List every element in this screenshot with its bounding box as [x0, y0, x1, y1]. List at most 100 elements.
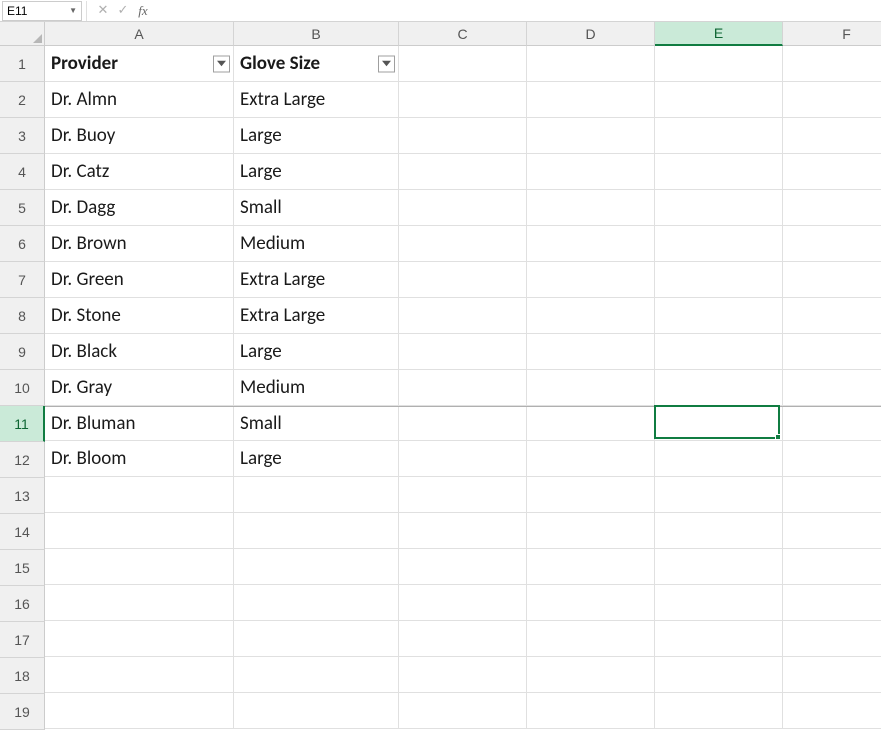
row-header-16[interactable]: 16	[0, 586, 45, 622]
row-header-5[interactable]: 5	[0, 190, 45, 226]
cell-C18[interactable]	[399, 657, 527, 693]
cell-C2[interactable]	[399, 82, 527, 118]
cell-A13[interactable]	[45, 477, 234, 513]
row-header-18[interactable]: 18	[0, 658, 45, 694]
row-header-6[interactable]: 6	[0, 226, 45, 262]
cell-B16[interactable]	[234, 585, 399, 621]
cell-B10[interactable]: Medium	[234, 370, 399, 406]
cell-D3[interactable]	[527, 118, 655, 154]
cell-A8[interactable]: Dr. Stone	[45, 298, 234, 334]
cell-F17[interactable]	[783, 621, 881, 657]
cell-C1[interactable]	[399, 46, 527, 82]
cell-F14[interactable]	[783, 513, 881, 549]
cell-E11[interactable]	[655, 407, 783, 441]
cell-D15[interactable]	[527, 549, 655, 585]
cell-F2[interactable]	[783, 82, 881, 118]
filter-dropdown-icon[interactable]	[378, 55, 395, 72]
cell-D17[interactable]	[527, 621, 655, 657]
cell-C13[interactable]	[399, 477, 527, 513]
cell-B17[interactable]	[234, 621, 399, 657]
cell-B3[interactable]: Large	[234, 118, 399, 154]
cell-E3[interactable]	[655, 118, 783, 154]
cell-A5[interactable]: Dr. Dagg	[45, 190, 234, 226]
cell-B15[interactable]	[234, 549, 399, 585]
cell-A7[interactable]: Dr. Green	[45, 262, 234, 298]
cell-A11[interactable]: Dr. Bluman	[45, 407, 234, 441]
cell-E10[interactable]	[655, 370, 783, 406]
cell-F5[interactable]	[783, 190, 881, 226]
cell-A16[interactable]	[45, 585, 234, 621]
cell-A12[interactable]: Dr. Bloom	[45, 441, 234, 477]
cell-B11[interactable]: Small	[234, 407, 399, 441]
cell-A9[interactable]: Dr. Black	[45, 334, 234, 370]
cell-B2[interactable]: Extra Large	[234, 82, 399, 118]
cell-E7[interactable]	[655, 262, 783, 298]
cell-F3[interactable]	[783, 118, 881, 154]
cell-E1[interactable]	[655, 46, 783, 82]
cell-E12[interactable]	[655, 441, 783, 477]
cancel-icon[interactable]: ✕	[95, 3, 111, 18]
cell-F8[interactable]	[783, 298, 881, 334]
cell-E19[interactable]	[655, 693, 783, 729]
row-header-14[interactable]: 14	[0, 514, 45, 550]
cell-E16[interactable]	[655, 585, 783, 621]
cell-B19[interactable]	[234, 693, 399, 729]
cell-A3[interactable]: Dr. Buoy	[45, 118, 234, 154]
name-box[interactable]: E11 ▼	[2, 1, 82, 21]
cell-C5[interactable]	[399, 190, 527, 226]
cell-C12[interactable]	[399, 441, 527, 477]
row-header-13[interactable]: 13	[0, 478, 45, 514]
cell-F15[interactable]	[783, 549, 881, 585]
cell-A6[interactable]: Dr. Brown	[45, 226, 234, 262]
column-header-B[interactable]: B	[234, 22, 399, 46]
row-header-9[interactable]: 9	[0, 334, 45, 370]
cell-B7[interactable]: Extra Large	[234, 262, 399, 298]
row-header-10[interactable]: 10	[0, 370, 45, 406]
row-header-12[interactable]: 12	[0, 442, 45, 478]
cell-C10[interactable]	[399, 370, 527, 406]
column-header-C[interactable]: C	[399, 22, 527, 46]
cell-E9[interactable]	[655, 334, 783, 370]
cell-F16[interactable]	[783, 585, 881, 621]
cell-A4[interactable]: Dr. Catz	[45, 154, 234, 190]
cell-C15[interactable]	[399, 549, 527, 585]
row-header-19[interactable]: 19	[0, 694, 45, 730]
cell-D12[interactable]	[527, 441, 655, 477]
cell-B4[interactable]: Large	[234, 154, 399, 190]
cell-C19[interactable]	[399, 693, 527, 729]
cell-D6[interactable]	[527, 226, 655, 262]
cell-C11[interactable]	[399, 407, 527, 441]
cell-F7[interactable]	[783, 262, 881, 298]
cell-D5[interactable]	[527, 190, 655, 226]
cell-D14[interactable]	[527, 513, 655, 549]
cell-D9[interactable]	[527, 334, 655, 370]
cell-B13[interactable]	[234, 477, 399, 513]
cell-E2[interactable]	[655, 82, 783, 118]
cell-B8[interactable]: Extra Large	[234, 298, 399, 334]
row-header-11[interactable]: 11	[0, 406, 45, 442]
cell-F18[interactable]	[783, 657, 881, 693]
cell-F6[interactable]	[783, 226, 881, 262]
column-header-A[interactable]: A	[45, 22, 234, 46]
cells-area[interactable]: ProviderGlove SizeDr. AlmnExtra LargeDr.…	[45, 46, 881, 730]
cell-E4[interactable]	[655, 154, 783, 190]
cell-C16[interactable]	[399, 585, 527, 621]
cell-D1[interactable]	[527, 46, 655, 82]
cell-F4[interactable]	[783, 154, 881, 190]
row-header-2[interactable]: 2	[0, 82, 45, 118]
filter-dropdown-icon[interactable]	[213, 55, 230, 72]
cell-B14[interactable]	[234, 513, 399, 549]
cell-D2[interactable]	[527, 82, 655, 118]
cell-F13[interactable]	[783, 477, 881, 513]
cell-C14[interactable]	[399, 513, 527, 549]
cell-D18[interactable]	[527, 657, 655, 693]
fx-icon[interactable]: fx	[135, 3, 151, 19]
cell-F9[interactable]	[783, 334, 881, 370]
cell-A10[interactable]: Dr. Gray	[45, 370, 234, 406]
cell-C3[interactable]	[399, 118, 527, 154]
cell-E18[interactable]	[655, 657, 783, 693]
cell-D19[interactable]	[527, 693, 655, 729]
cell-B18[interactable]	[234, 657, 399, 693]
cell-F19[interactable]	[783, 693, 881, 729]
cell-C4[interactable]	[399, 154, 527, 190]
